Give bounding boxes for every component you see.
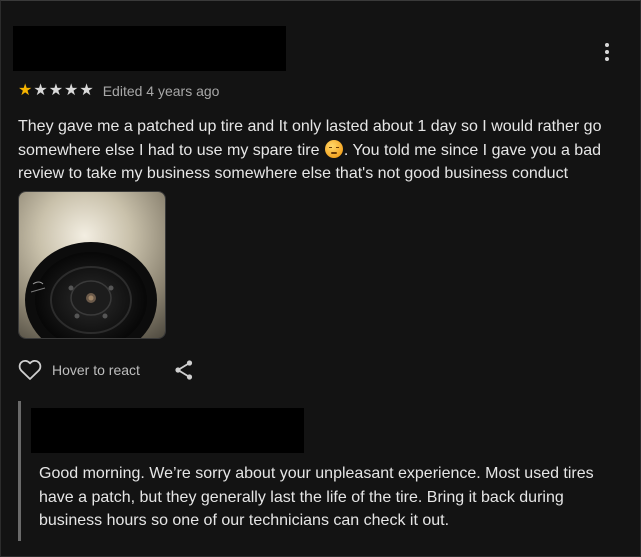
react-button[interactable]: Hover to react <box>18 359 140 381</box>
star-icon: ★ <box>79 82 94 99</box>
react-label: Hover to react <box>52 362 140 378</box>
share-button[interactable] <box>174 359 194 381</box>
owner-reply-text: Good morning. We’re sorry about your unp… <box>39 465 594 529</box>
star-rating: ★ ★ ★ ★ ★ <box>18 83 94 99</box>
more-options-icon[interactable] <box>597 39 617 65</box>
unamused-face-emoji <box>324 139 343 158</box>
spare-tire-photo[interactable] <box>18 191 166 339</box>
review-actions: Hover to react <box>18 357 194 383</box>
star-icon: ★ <box>48 82 64 99</box>
owner-name-redacted <box>31 408 304 453</box>
star-icon: ★ <box>64 82 79 99</box>
heart-outline-icon <box>18 359 42 380</box>
star-icon: ★ <box>18 82 33 99</box>
share-icon <box>175 360 193 380</box>
review-text: They gave me a patched up tire and It on… <box>18 115 628 186</box>
edited-timestamp: Edited 4 years ago <box>102 83 220 99</box>
star-icon: ★ <box>33 82 48 99</box>
rating-row: ★ ★ ★ ★ ★ Edited 4 years ago <box>18 82 219 100</box>
owner-reply: Good morning. We’re sorry about your unp… <box>18 401 621 541</box>
reviewer-name-redacted <box>13 26 286 71</box>
review-card: ★ ★ ★ ★ ★ Edited 4 years ago They gave m… <box>0 0 641 557</box>
